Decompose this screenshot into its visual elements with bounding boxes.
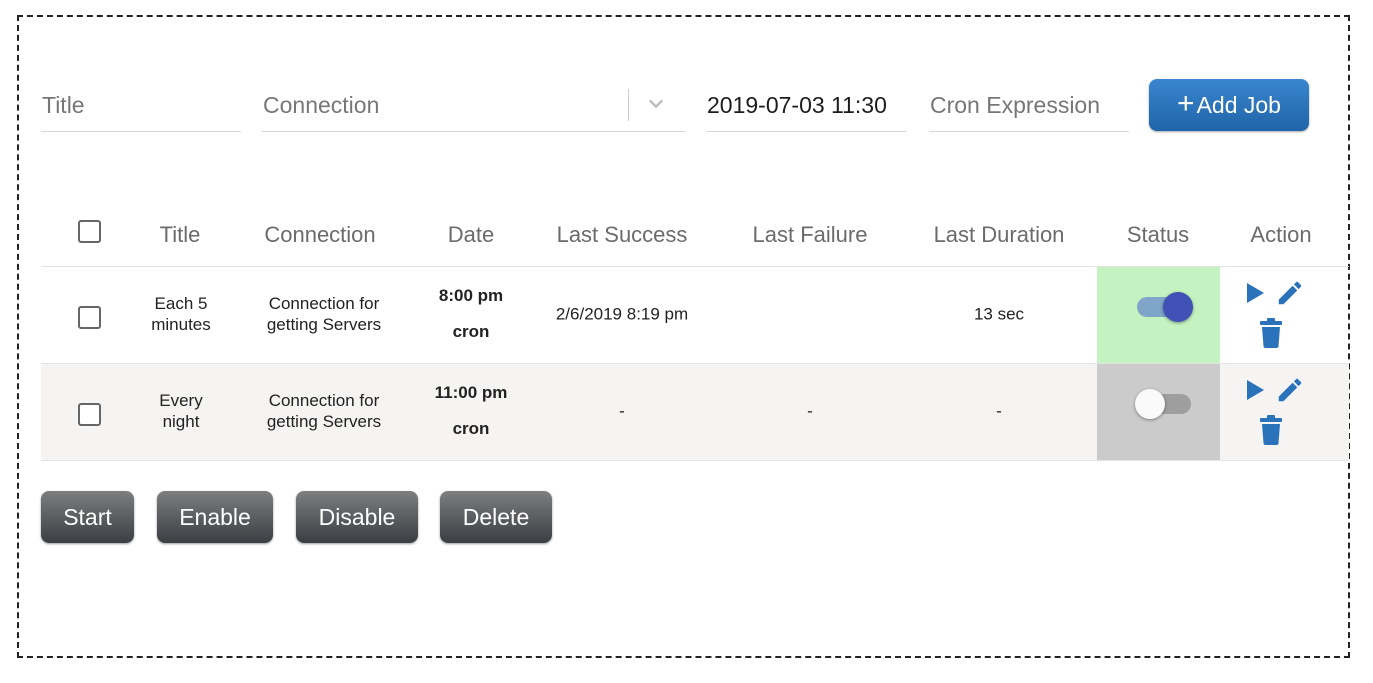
plus-icon: + bbox=[1177, 86, 1195, 120]
title-input[interactable]: Title bbox=[41, 80, 241, 132]
column-header-connection: Connection bbox=[264, 222, 376, 247]
start-button[interactable]: Start bbox=[41, 491, 134, 543]
row-title: Every night bbox=[159, 391, 203, 431]
table-bottom-divider bbox=[41, 460, 1349, 461]
connection-select[interactable]: Connection bbox=[262, 80, 685, 132]
row-last-duration: 13 sec bbox=[973, 304, 1025, 324]
connection-placeholder: Connection bbox=[263, 92, 380, 118]
status-toggle[interactable] bbox=[1137, 292, 1193, 322]
row-schedule-type: cron bbox=[452, 419, 490, 438]
column-header-title: Title bbox=[159, 222, 201, 247]
enable-button[interactable]: Enable bbox=[157, 491, 273, 543]
pencil-icon[interactable] bbox=[1275, 278, 1305, 308]
select-all-checkbox[interactable] bbox=[78, 220, 101, 243]
row-checkbox[interactable] bbox=[78, 306, 101, 329]
row-time: 11:00 pm bbox=[434, 383, 508, 402]
column-header-action: Action bbox=[1250, 222, 1312, 247]
toggle-knob bbox=[1135, 389, 1165, 419]
row-last-duration: - bbox=[996, 401, 1002, 421]
cron-expression-input[interactable]: Cron Expression bbox=[929, 80, 1129, 132]
play-icon[interactable] bbox=[1245, 282, 1265, 304]
trash-icon[interactable] bbox=[1259, 318, 1283, 348]
status-cell bbox=[1097, 364, 1220, 461]
row-time: 8:00 pm bbox=[438, 286, 504, 305]
add-job-label: Add Job bbox=[1196, 91, 1281, 118]
row-connection: Connection for getting Servers bbox=[266, 391, 382, 431]
play-icon[interactable] bbox=[1245, 379, 1265, 401]
row-last-success: - bbox=[619, 401, 625, 421]
row-last-failure: - bbox=[807, 401, 813, 421]
title-placeholder: Title bbox=[42, 92, 85, 118]
cron-placeholder: Cron Expression bbox=[930, 92, 1101, 118]
pencil-icon[interactable] bbox=[1275, 375, 1305, 405]
disable-button[interactable]: Disable bbox=[296, 491, 418, 543]
row-last-success: 2/6/2019 8:19 pm bbox=[555, 304, 689, 324]
status-cell bbox=[1097, 267, 1220, 364]
chevron-down-icon[interactable] bbox=[647, 94, 665, 112]
trash-icon[interactable] bbox=[1259, 415, 1283, 445]
status-toggle[interactable] bbox=[1135, 389, 1191, 419]
delete-button[interactable]: Delete bbox=[440, 491, 552, 543]
toggle-knob bbox=[1163, 292, 1193, 322]
date-input[interactable]: 2019-07-03 11:30 bbox=[706, 80, 906, 132]
select-separator bbox=[628, 89, 629, 121]
row-title: Each 5 minutes bbox=[151, 294, 211, 334]
row-date: 8:00 pm cron bbox=[439, 278, 503, 350]
column-header-last-failure: Last Failure bbox=[752, 222, 868, 247]
row-date: 11:00 pm cron bbox=[435, 375, 508, 447]
column-header-last-duration: Last Duration bbox=[933, 222, 1065, 247]
row-checkbox[interactable] bbox=[78, 403, 101, 426]
add-job-button[interactable]: + Add Job bbox=[1149, 79, 1309, 131]
column-header-last-success: Last Success bbox=[556, 222, 688, 247]
row-connection: Connection for getting Servers bbox=[266, 294, 382, 334]
column-header-status: Status bbox=[1126, 222, 1190, 247]
date-value: 2019-07-03 11:30 bbox=[707, 92, 887, 118]
column-header-date: Date bbox=[447, 222, 495, 247]
row-schedule-type: cron bbox=[452, 322, 490, 341]
